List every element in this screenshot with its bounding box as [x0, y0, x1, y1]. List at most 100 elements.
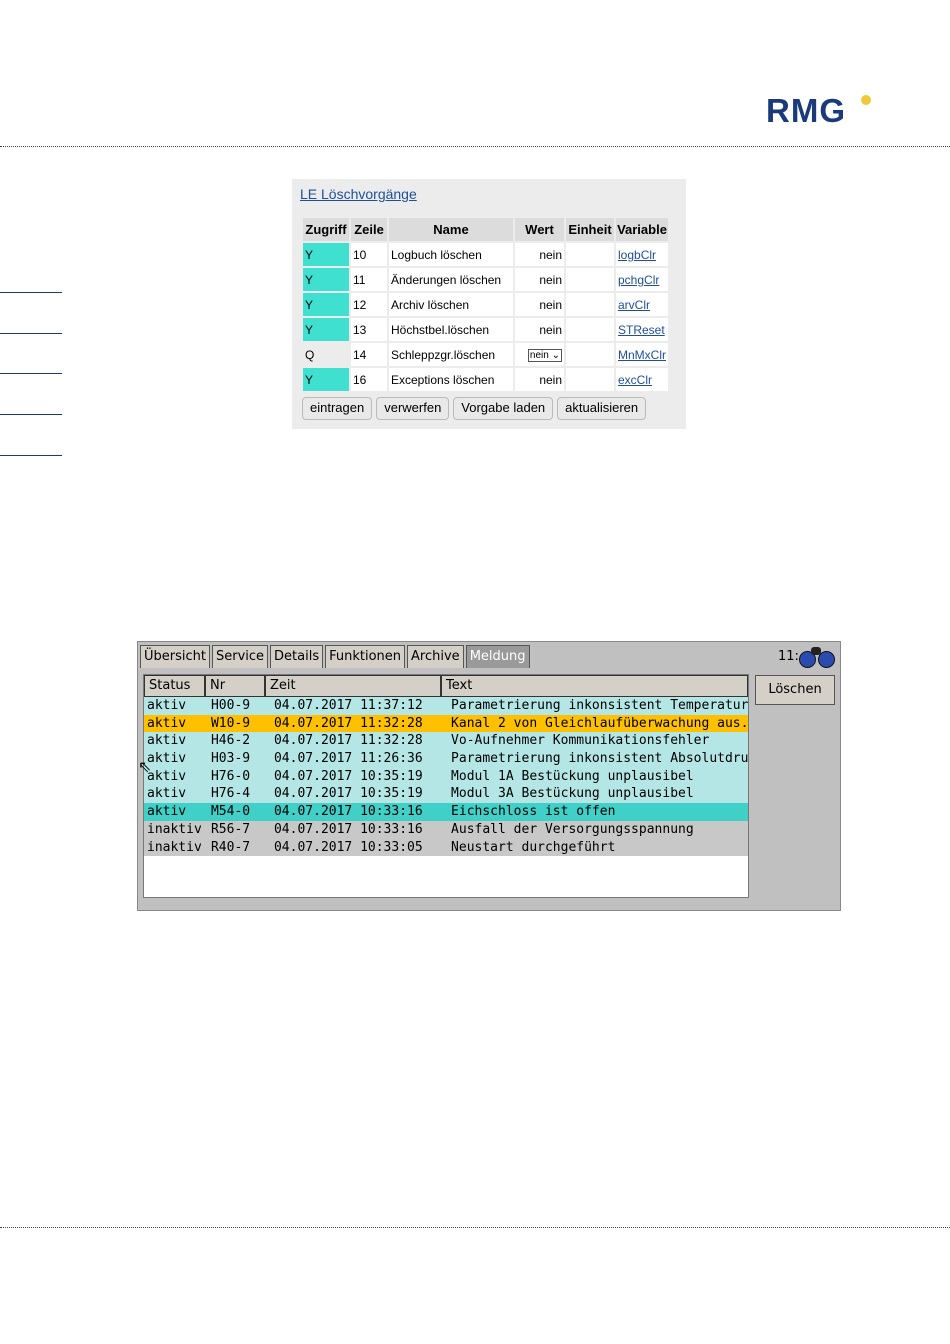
variable-cell: pchgClr	[616, 268, 668, 291]
text-cell: Neustart durchgeführt	[451, 839, 616, 855]
unit-cell	[566, 318, 614, 341]
nr-cell: H76-0	[210, 768, 251, 784]
list-item[interactable]: inaktiv R40-7 04.07.2017 10:33:05 Neustart …	[144, 838, 748, 857]
line-cell: 10	[351, 243, 387, 266]
tab-archive[interactable]: Archive	[407, 645, 464, 668]
table-row: Y 12 Archiv löschen nein arvClr	[303, 293, 668, 316]
text-cell: Modul 3A Bestückung unplausibel	[451, 786, 694, 802]
list-item[interactable]: aktiv W10-9 04.07.2017 11:32:28 Kanal 2 von…	[144, 714, 748, 733]
nr-cell: W10-9	[210, 715, 251, 731]
logo-dot	[861, 95, 871, 105]
name-cell: Höchstbel.löschen	[389, 318, 513, 341]
name-cell: Archiv löschen	[389, 293, 513, 316]
status-cell: aktiv	[147, 786, 187, 802]
list-item[interactable]: aktiv H00-9 04.07.2017 11:37:12 Parametrier…	[144, 697, 748, 715]
time-cell: 04.07.2017 10:33:16	[273, 821, 423, 837]
status-cell: inaktiv	[147, 839, 202, 855]
column-header-time[interactable]: Zeit	[265, 675, 441, 697]
tab-details[interactable]: Details	[270, 645, 324, 668]
variable-link[interactable]: excClr	[618, 373, 652, 387]
value-cell: nein	[515, 243, 564, 266]
nr-cell: H46-2	[210, 733, 251, 749]
status-cell: aktiv	[147, 751, 187, 767]
margin-line	[0, 333, 62, 334]
variable-cell: logbClr	[616, 243, 668, 266]
panel-title-link[interactable]: LE Löschvorgänge	[300, 186, 417, 202]
list-item[interactable]: aktiv H03-9 04.07.2017 11:26:36 Parametrier…	[144, 750, 748, 768]
list-item[interactable]: aktiv H76-0 04.07.2017 10:35:19 Modul 1A Be…	[144, 767, 748, 786]
status-cell: aktiv	[147, 733, 187, 749]
variable-link[interactable]: STReset	[618, 323, 665, 337]
tab-messages[interactable]: Meldung	[465, 645, 530, 668]
column-header-unit: Einheit	[566, 218, 614, 241]
column-header-variable: Variable	[616, 218, 668, 241]
column-header-nr[interactable]: Nr	[205, 675, 265, 697]
variable-cell: excClr	[616, 368, 668, 391]
list-item[interactable]: aktiv H46-2 04.07.2017 11:32:28 Vo-Aufnehme…	[144, 732, 748, 751]
text-cell: Parametrierung inkonsistent Absolutdruck	[451, 751, 748, 767]
variable-link[interactable]: MnMxClr	[618, 348, 666, 362]
enter-button[interactable]: eintragen	[302, 397, 373, 420]
time-cell: 04.07.2017 10:33:16	[273, 804, 423, 820]
binoculars-icon[interactable]	[798, 647, 836, 668]
delete-button[interactable]: Löschen	[755, 675, 835, 705]
access-cell: Y	[303, 318, 349, 341]
text-cell: Vo-Aufnehmer Kommunikationsfehler	[451, 733, 710, 749]
web-delete-panel: LE Löschvorgänge Zugriff Zeile Name Wert…	[292, 179, 686, 429]
header-rule	[0, 146, 950, 147]
value-select[interactable]: nein ⌄	[527, 349, 562, 362]
list-item[interactable]: aktiv H76-4 04.07.2017 10:35:19 Modul 3A Be…	[144, 785, 748, 804]
nr-cell: H03-9	[210, 751, 251, 767]
tab-bar: Übersicht Service Details Funktionen Arc…	[140, 645, 530, 668]
time-cell: 04.07.2017 11:32:28	[273, 715, 423, 731]
variable-link[interactable]: logbClr	[618, 248, 656, 262]
unit-cell	[566, 268, 614, 291]
status-cell: aktiv	[147, 715, 187, 731]
value-cell: nein	[515, 368, 564, 391]
list-item[interactable]: inaktiv R56-7 04.07.2017 10:33:16 Ausfall d…	[144, 820, 748, 839]
load-default-button[interactable]: Vorgabe laden	[453, 397, 554, 420]
tab-overview[interactable]: Übersicht	[140, 645, 210, 668]
margin-line	[0, 373, 62, 374]
line-cell: 12	[351, 293, 387, 316]
column-header-text[interactable]: Text	[441, 675, 748, 697]
delete-table: Zugriff Zeile Name Wert Einheit Variable…	[301, 216, 670, 393]
nr-cell: H76-4	[210, 786, 251, 802]
line-cell: 16	[351, 368, 387, 391]
tab-functions[interactable]: Funktionen	[325, 645, 406, 668]
tab-service[interactable]: Service	[211, 645, 269, 668]
time-cell: 04.07.2017 11:37:12	[273, 698, 423, 713]
margin-line	[0, 455, 62, 456]
variable-cell: STReset	[616, 318, 668, 341]
variable-link[interactable]: arvClr	[618, 298, 650, 312]
refresh-button[interactable]: aktualisieren	[557, 397, 647, 420]
unit-cell	[566, 293, 614, 316]
text-cell: Modul 1A Bestückung unplausibel	[451, 768, 694, 784]
column-header-status[interactable]: Status	[144, 675, 205, 697]
list-item[interactable]: aktiv M54-0 04.07.2017 10:33:16 Eichschloss…	[144, 803, 748, 821]
time-cell: 04.07.2017 11:32:28	[273, 733, 423, 749]
margin-line	[0, 414, 62, 415]
variable-cell: arvClr	[616, 293, 668, 316]
access-cell: Y	[303, 368, 349, 391]
time-cell: 04.07.2017 10:35:19	[273, 786, 423, 802]
value-cell: nein	[515, 268, 564, 291]
discard-button[interactable]: verwerfen	[376, 397, 450, 420]
column-header-name: Name	[389, 218, 513, 241]
line-cell: 14	[351, 343, 387, 366]
time-cell: 04.07.2017 10:33:05	[273, 839, 423, 855]
variable-link[interactable]: pchgClr	[618, 273, 659, 287]
message-list[interactable]: Status Nr Zeit Text aktiv H00-9 04.07.2017…	[143, 674, 749, 898]
name-cell: Schleppzgr.löschen	[389, 343, 513, 366]
button-row: eintragen verwerfen Vorgabe laden aktual…	[302, 397, 647, 420]
footer-rule	[0, 1227, 950, 1228]
column-header-line: Zeile	[351, 218, 387, 241]
table-row: Y 10 Logbuch löschen nein logbClr	[303, 243, 668, 266]
time-cell: 04.07.2017 11:26:36	[273, 751, 423, 767]
name-cell: Exceptions löschen	[389, 368, 513, 391]
text-cell: Ausfall der Versorgungsspannung	[451, 821, 694, 837]
value-cell: nein ⌄	[515, 343, 564, 366]
status-cell: aktiv	[147, 768, 187, 784]
nr-cell: M54-0	[210, 804, 251, 820]
name-cell: Änderungen löschen	[389, 268, 513, 291]
